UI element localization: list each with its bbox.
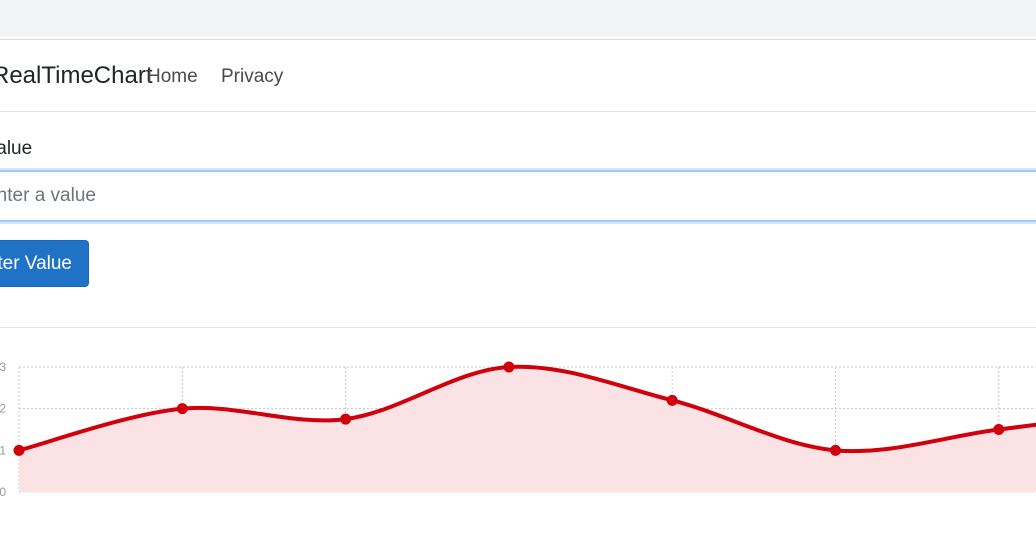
data-point	[830, 444, 841, 456]
section-divider	[0, 327, 1036, 328]
value-input[interactable]	[0, 170, 1036, 222]
y-tick-label: 0	[0, 485, 6, 499]
chart-y-ticks: 0 1 2 3	[0, 360, 6, 499]
data-point	[13, 444, 25, 456]
y-tick-label: 2	[0, 402, 6, 416]
data-point	[503, 361, 515, 373]
data-point	[666, 394, 678, 406]
series-area	[19, 366, 1036, 492]
y-tick-label: 3	[0, 360, 6, 374]
chart-area	[19, 366, 1036, 492]
y-tick-label: 1	[0, 443, 6, 457]
navbar: RealTimeChart Home Privacy	[0, 40, 1036, 112]
data-point	[993, 424, 1005, 435]
nav-link-home[interactable]: Home	[147, 66, 198, 88]
nav-link-privacy[interactable]: Privacy	[221, 66, 283, 88]
data-point	[340, 413, 352, 425]
enter-value-button[interactable]: Enter Value	[0, 240, 89, 287]
line-chart: 0 1 2 3	[0, 360, 1036, 499]
value-label: Value	[0, 138, 33, 159]
data-point	[176, 403, 188, 415]
browser-chrome-strip	[0, 0, 1036, 36]
navbar-brand[interactable]: RealTimeChart	[0, 62, 153, 90]
